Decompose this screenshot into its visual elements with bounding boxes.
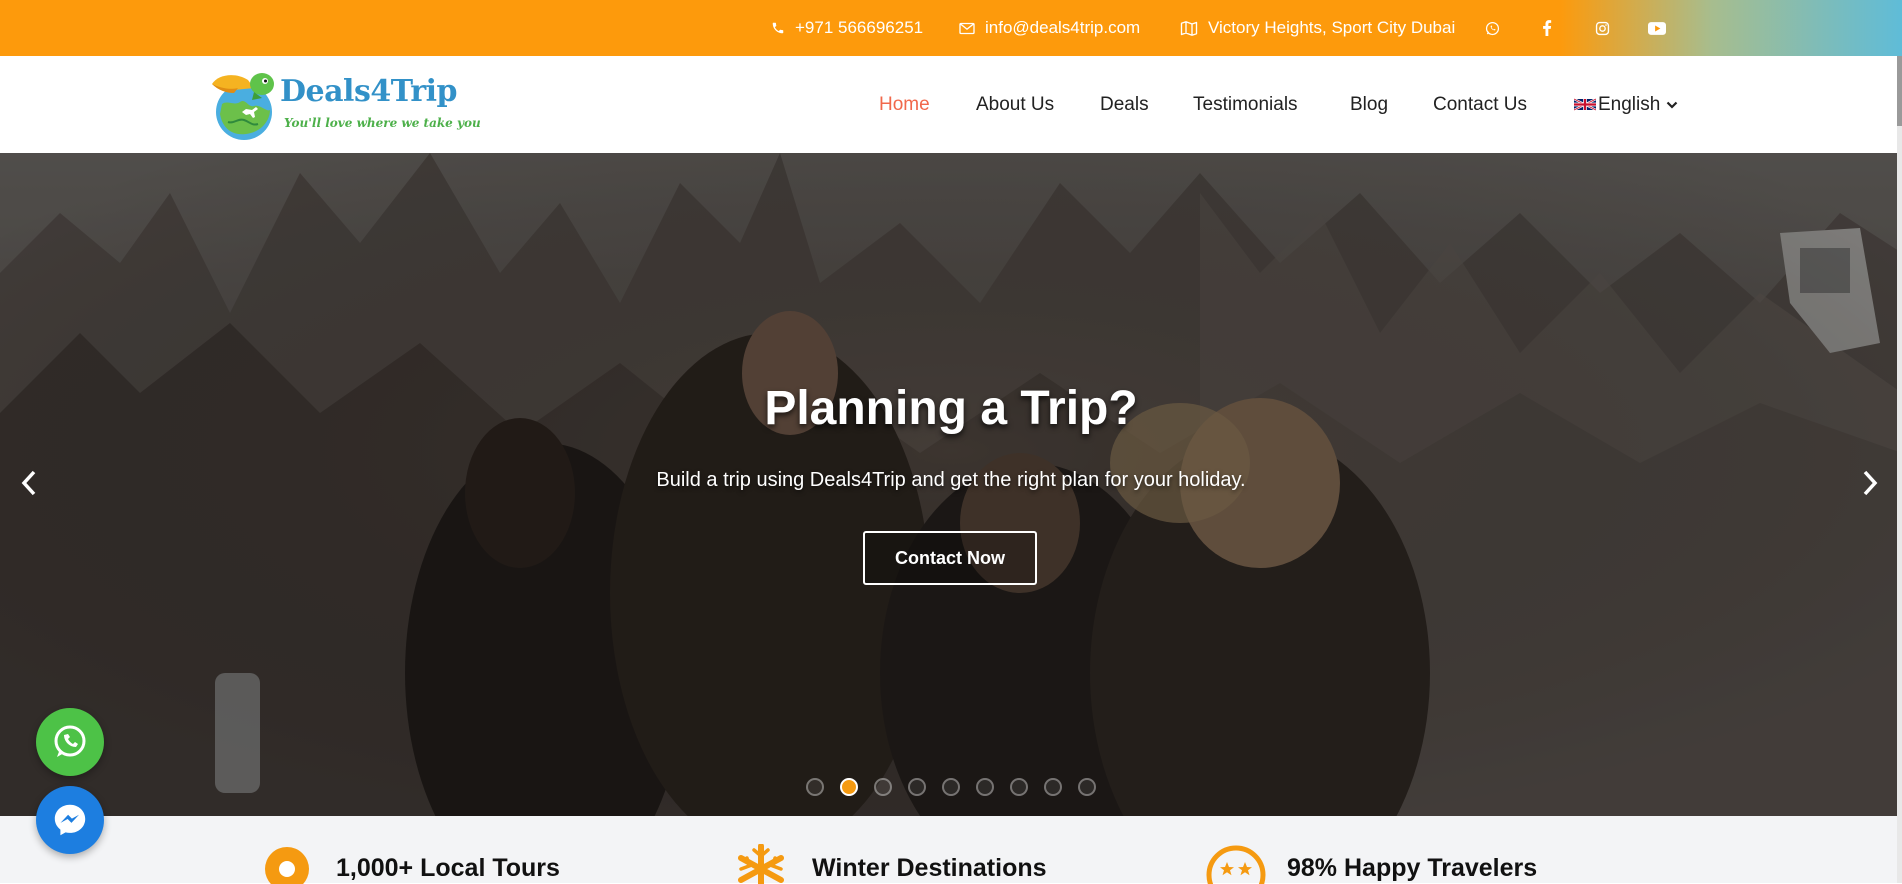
top-contact-bar: +971 566696251 info@deals4trip.com Victo… [0,0,1902,56]
slider-next-button[interactable] [1855,463,1885,503]
nav-home[interactable]: Home [879,56,930,153]
hero-slider: Planning a Trip? Build a trip using Deal… [0,153,1902,816]
envelope-icon [959,22,975,34]
slider-dot[interactable] [942,778,960,796]
map-icon [1180,20,1198,36]
phone-text: +971 566696251 [795,18,924,37]
language-selector[interactable]: English [1574,56,1678,153]
logo-name: Deals4Trip [280,74,458,109]
phone-icon [772,22,784,34]
nav-deals[interactable]: Deals [1100,56,1149,153]
features-strip: 1,000+ Local Tours Winter Destinations 9… [0,816,1902,884]
site-logo[interactable]: Deals4Trip You'll love where we take you [208,66,481,144]
instagram-icon[interactable] [1595,0,1610,56]
slider-dot[interactable] [1044,778,1062,796]
facebook-icon[interactable] [1542,0,1552,56]
slider-dot[interactable] [1010,778,1028,796]
messenger-chat-button[interactable] [36,786,104,854]
address-link[interactable]: Victory Heights, Sport City Dubai [1180,0,1455,56]
nav-contact-us[interactable]: Contact Us [1433,56,1527,153]
email-text: info@deals4trip.com [985,18,1141,37]
chevron-left-icon [21,470,36,496]
feature-label: Winter Destinations [812,854,1047,882]
language-label: English [1598,93,1661,115]
slider-pagination [806,778,1112,796]
main-header: Deals4Trip You'll love where we take you… [0,56,1902,153]
hero-title: Planning a Trip? [764,382,1138,435]
hero-subtitle: Build a trip using Deals4Trip and get th… [656,469,1246,491]
location-pin-icon [265,847,309,884]
phone-link[interactable]: +971 566696251 [771,0,923,56]
slider-prev-button[interactable] [14,463,44,503]
contact-now-button[interactable]: Contact Now [863,531,1037,585]
slider-dot[interactable] [908,778,926,796]
email-link[interactable]: info@deals4trip.com [959,0,1140,56]
slider-dot[interactable] [1078,778,1096,796]
whatsapp-icon[interactable] [1485,0,1500,56]
nav-testimonials[interactable]: Testimonials [1193,56,1298,153]
whatsapp-chat-button[interactable] [36,708,104,776]
uk-flag-icon [1574,98,1596,111]
feature-label: 1,000+ Local Tours [336,854,560,882]
address-text: Victory Heights, Sport City Dubai [1208,18,1456,37]
page-scrollbar-track[interactable] [1897,56,1902,883]
feature-label: 98% Happy Travelers [1287,854,1538,882]
nav-about-us[interactable]: About Us [976,56,1054,153]
page-scrollbar-thumb[interactable] [1897,56,1902,126]
slider-dot-active[interactable] [840,778,858,796]
toucan-globe-logo-icon [212,73,274,140]
snowflake-icon [738,844,784,884]
nav-blog[interactable]: Blog [1350,56,1388,153]
whatsapp-icon [54,725,86,757]
rating-stars-icon [1206,845,1266,884]
messenger-icon [54,804,86,836]
slider-dot[interactable] [874,778,892,796]
logo-tagline: You'll love where we take you [284,116,481,130]
youtube-icon[interactable] [1648,0,1666,56]
chevron-down-icon [1667,101,1678,109]
slider-dot[interactable] [806,778,824,796]
slider-dot[interactable] [976,778,994,796]
chevron-right-icon [1863,470,1878,496]
